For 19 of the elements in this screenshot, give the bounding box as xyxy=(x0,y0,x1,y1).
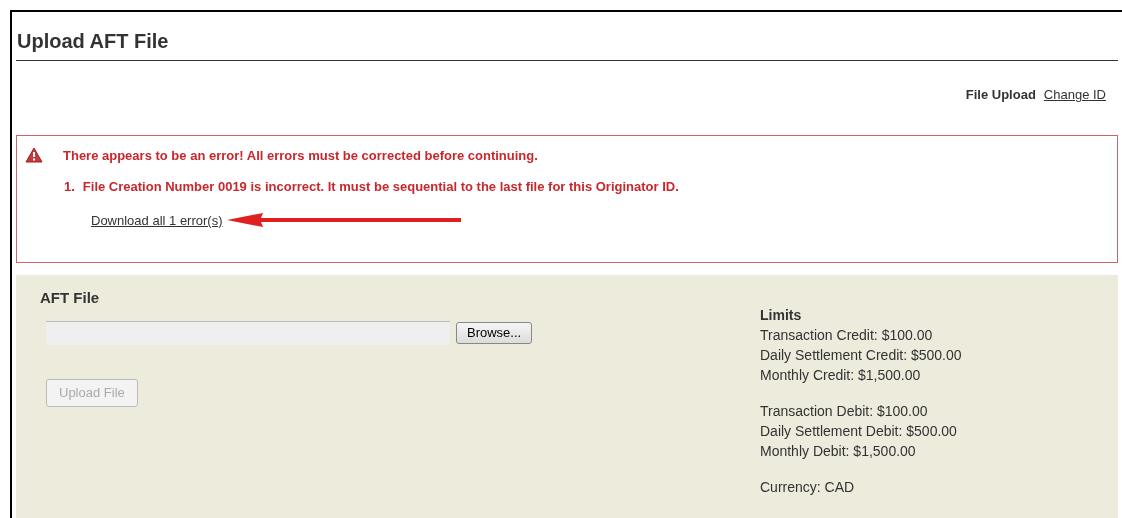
change-id-link[interactable]: Change ID xyxy=(1043,85,1106,105)
page-title: Upload AFT File xyxy=(16,29,170,54)
error-heading: There appears to be an error! All errors must be corrected before continuing. xyxy=(63,146,538,165)
limits-heading: Limits xyxy=(760,305,803,325)
error-message: File Creation Number 0019 is incorrect. It must be sequential to the last file for this Originator ID. xyxy=(82,178,679,196)
limit-line: Currency: CAD xyxy=(760,477,856,497)
error-number: 1. xyxy=(64,178,75,196)
limit-line: Transaction Credit: $100.00 xyxy=(760,325,934,345)
browse-button[interactable]: Browse... xyxy=(456,322,533,344)
section-label: File Upload xyxy=(965,86,1036,104)
file-path-field[interactable] xyxy=(46,321,450,345)
limit-line: Daily Settlement Credit: $500.00 xyxy=(760,345,962,365)
limit-line: Monthly Credit: $1,500.00 xyxy=(760,365,922,385)
warning-icon xyxy=(25,147,43,164)
download-errors-link[interactable]: Download all 1 error(s) xyxy=(91,210,223,230)
limit-line: Monthly Debit: $1,500.00 xyxy=(760,441,917,461)
section-heading: AFT File xyxy=(40,287,101,308)
limit-line: Daily Settlement Debit: $500.00 xyxy=(760,421,958,441)
limit-line: Transaction Debit: $100.00 xyxy=(760,401,929,421)
